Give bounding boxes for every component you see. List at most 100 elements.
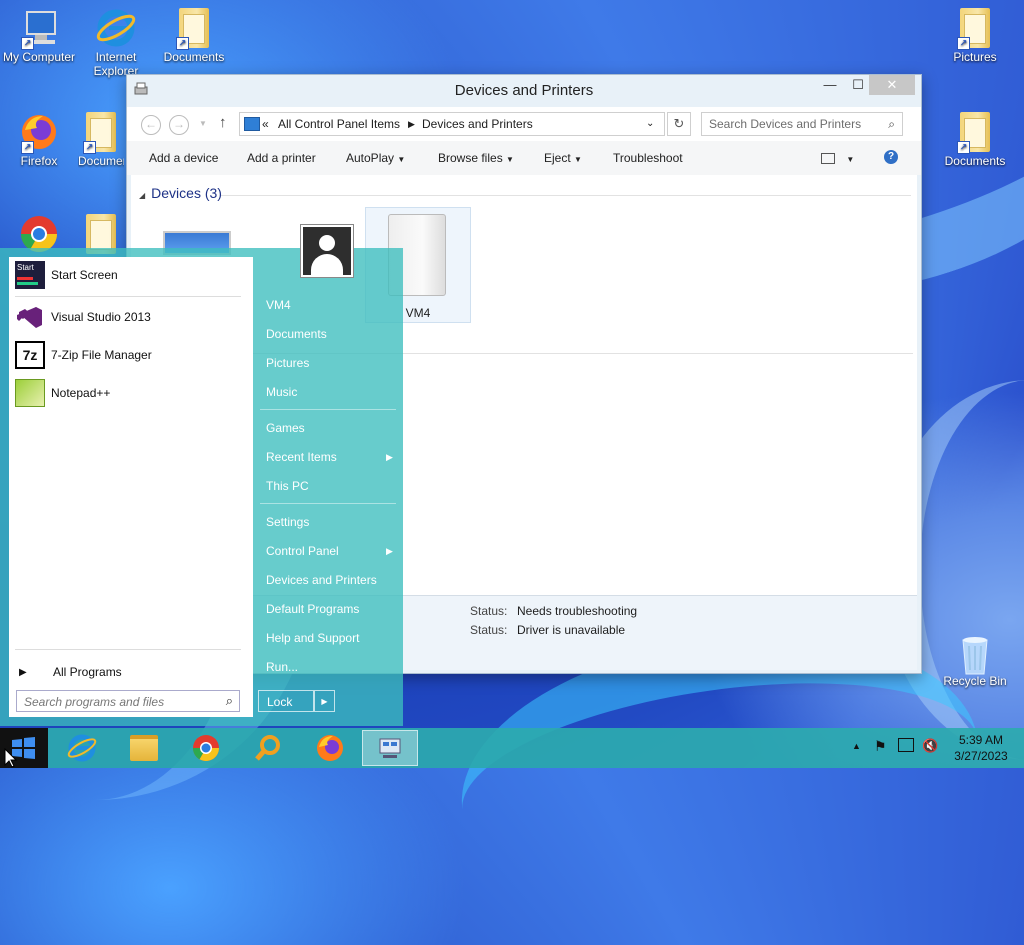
chevron-down-icon: ▼ (397, 155, 406, 164)
start-item-documents[interactable]: Documents (266, 327, 327, 341)
control-panel-icon (244, 117, 260, 131)
navigation-bar: ← → ▼ ↑ « All Control Panel Items ▶ Devi… (127, 107, 921, 141)
start-item-default-programs[interactable]: Default Programs (266, 602, 359, 616)
taskbar-chrome[interactable] (178, 730, 234, 766)
start-item-run[interactable]: Run... (266, 660, 298, 674)
breadcrumb-devices-and-printers[interactable]: Devices and Printers (422, 113, 533, 135)
firefox-icon (317, 735, 343, 761)
desktop-icon-pictures[interactable]: ↗ Pictures (937, 8, 1013, 64)
autoplay-menu[interactable]: AutoPlay ▼ (346, 151, 405, 165)
program-7zip[interactable]: 7z 7-Zip File Manager (15, 340, 245, 370)
back-button[interactable]: ← (141, 115, 161, 135)
forward-button[interactable]: → (169, 115, 189, 135)
start-item-pictures[interactable]: Pictures (266, 356, 309, 370)
window-title: Devices and Printers (454, 82, 594, 99)
all-programs-button[interactable]: ▶ All Programs (15, 657, 245, 687)
taskbar-firefox[interactable] (302, 730, 358, 766)
recent-locations-dropdown[interactable]: ▼ (199, 119, 207, 128)
add-device-button[interactable]: Add a device (149, 151, 218, 165)
folder-icon: ↗ (955, 112, 995, 154)
search-devices-input[interactable]: Search Devices and Printers ⌕ (701, 112, 903, 136)
program-visual-studio-2013[interactable]: Visual Studio 2013 (15, 302, 245, 332)
user-avatar[interactable] (300, 224, 354, 278)
folder-icon: ↗ (81, 112, 121, 154)
clock-time: 5:39 AM (958, 733, 1004, 747)
status-label-1: Status: (470, 604, 508, 618)
search-icon: ⌕ (888, 117, 895, 131)
program-notepad-plus-plus[interactable]: Notepad++ (15, 378, 245, 408)
chrome-icon (192, 735, 220, 762)
desktop-icon-recycle-bin[interactable]: Recycle Bin (937, 632, 1013, 688)
start-item-music[interactable]: Music (266, 385, 297, 399)
add-printer-button[interactable]: Add a printer (247, 151, 316, 165)
browse-files-menu[interactable]: Browse files ▼ (438, 151, 514, 165)
volume-muted-icon[interactable]: 🔇 (922, 738, 938, 754)
lock-button[interactable]: Lock (258, 690, 314, 712)
taskbar-internet-explorer[interactable] (54, 730, 110, 766)
start-screen-icon: Start (15, 261, 45, 289)
start-item-control-panel[interactable]: Control Panel (266, 544, 339, 558)
collapse-arrow-icon: ◢ (139, 191, 146, 200)
start-item-settings[interactable]: Settings (266, 515, 309, 529)
desktop-icon-documents[interactable]: ↗ Documents (156, 8, 232, 64)
start-menu: Start Start Screen Visual Studio 2013 7z… (0, 224, 403, 726)
devices-group-header[interactable]: ◢ Devices (3) (139, 185, 222, 201)
folder-icon: ↗ (174, 8, 214, 50)
computer-icon: ↗ (19, 8, 59, 50)
change-view-button[interactable]: ▼ (821, 151, 854, 165)
start-item-recent-items[interactable]: Recent Items (266, 450, 337, 464)
firefox-icon: ↗ (19, 112, 59, 154)
address-bar[interactable]: « All Control Panel Items ▶ Devices and … (239, 112, 665, 136)
user-icon (319, 235, 335, 251)
command-bar: Add a device Add a printer AutoPlay ▼ Br… (127, 141, 921, 175)
program-start-screen[interactable]: Start Start Screen (15, 260, 245, 290)
search-icon: ⌕ (225, 693, 233, 708)
address-dropdown-icon[interactable]: ⌄ (646, 113, 654, 135)
taskbar-devices-and-printers[interactable] (362, 730, 418, 766)
mouse-cursor-icon (4, 748, 18, 768)
chevron-down-icon: ▼ (574, 155, 582, 164)
start-item-this-pc[interactable]: This PC (266, 479, 309, 493)
eject-menu[interactable]: Eject ▼ (544, 151, 582, 165)
visual-studio-icon (15, 303, 45, 331)
start-search-input[interactable]: Search programs and files ⌕ (16, 690, 240, 712)
status-value-2: Driver is unavailable (517, 623, 626, 637)
breadcrumb-all-control-panel-items[interactable]: All Control Panel Items (278, 113, 400, 135)
window-titlebar[interactable]: Devices and Printers — ☐ ✕ (127, 75, 921, 105)
start-item-user[interactable]: VM4 (266, 298, 291, 312)
desktop-icon-documents-2[interactable]: ↗ Documents (78, 112, 124, 168)
recycle-bin-icon (955, 632, 995, 675)
desktop-icon-firefox[interactable]: ↗ Firefox (1, 112, 77, 168)
close-button[interactable]: ✕ (869, 75, 915, 95)
notepadpp-icon (15, 379, 45, 407)
7zip-icon: 7z (15, 341, 45, 369)
breadcrumb-separator-icon: ▶ (408, 119, 415, 129)
start-item-devices-and-printers[interactable]: Devices and Printers (266, 573, 377, 587)
magnifier-icon (255, 735, 280, 761)
taskbar-file-explorer[interactable] (116, 730, 172, 766)
start-item-help-and-support[interactable]: Help and Support (266, 631, 359, 645)
minimize-button[interactable]: — (815, 75, 845, 95)
start-item-games[interactable]: Games (266, 421, 305, 435)
action-center-flag-icon[interactable]: ⚑ (874, 738, 887, 755)
up-button[interactable]: ↑ (219, 114, 227, 131)
view-icon (821, 153, 835, 165)
clock[interactable]: 5:39 AM 3/27/2023 (950, 732, 1012, 764)
desktop-icon-my-computer[interactable]: ↗ My Computer (1, 8, 77, 64)
taskbar: ▲ ⚑ 🔇 5:39 AM 3/27/2023 (0, 728, 1024, 768)
file-explorer-icon (130, 735, 158, 761)
desktop-icon-documents-right[interactable]: ↗ Documents (937, 112, 1013, 168)
troubleshoot-button[interactable]: Troubleshoot (613, 151, 683, 165)
clock-date: 3/27/2023 (954, 749, 1008, 763)
address-overflow[interactable]: « (262, 113, 269, 135)
status-value-1: Needs troubleshooting (517, 604, 638, 618)
expand-arrow-icon: ▶ (19, 666, 27, 678)
network-icon[interactable] (898, 738, 914, 752)
refresh-button[interactable]: ↻ (667, 112, 691, 136)
start-menu-programs-pane: Start Start Screen Visual Studio 2013 7z… (9, 257, 253, 717)
power-options-button[interactable]: ▶ (314, 690, 335, 712)
help-icon[interactable]: ? (884, 150, 898, 164)
internet-explorer-icon (96, 8, 136, 48)
taskbar-search-tool[interactable] (240, 730, 296, 766)
show-hidden-icons[interactable]: ▲ (852, 741, 861, 751)
